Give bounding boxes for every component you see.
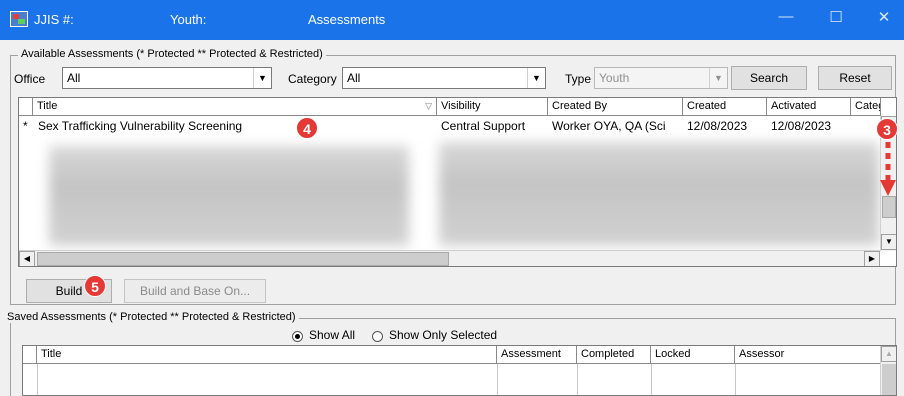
column-header-assessment[interactable]: Assessment <box>497 346 577 364</box>
annotation-badge-3: 3 <box>876 118 898 140</box>
close-button[interactable]: ✕ <box>874 8 894 26</box>
row-activated: 12/08/2023 <box>771 119 832 133</box>
row-created-by: Worker OYA, QA (Sci <box>552 119 666 133</box>
column-header-created-by[interactable]: Created By <box>548 98 683 116</box>
annotation-badge-5: 5 <box>84 275 106 297</box>
column-header-completed[interactable]: Completed <box>577 346 651 364</box>
column-divider <box>497 364 498 395</box>
title-youth: Youth: <box>170 12 207 27</box>
row-header-corner <box>19 98 33 116</box>
column-header-category[interactable]: Categ <box>851 98 881 116</box>
redacted-rows <box>439 142 879 246</box>
show-only-selected-radio[interactable] <box>372 331 383 342</box>
column-header-title[interactable]: Title ▽ <box>33 98 437 116</box>
h-scroll-thumb[interactable] <box>37 252 449 266</box>
column-divider <box>37 364 38 395</box>
title-bar: JJIS #: Youth: Assessments — ☐ ✕ <box>0 0 904 40</box>
chevron-down-icon[interactable]: ▼ <box>709 68 727 88</box>
saved-assessments-grid[interactable]: Title Assessment Completed Locked Assess… <box>22 345 897 396</box>
build-and-base-on-button[interactable]: Build and Base On... <box>124 279 266 303</box>
type-select[interactable]: Youth ▼ <box>594 67 728 89</box>
annotation-badge-4: 4 <box>296 117 318 139</box>
category-select[interactable]: All ▼ <box>342 67 546 89</box>
filter-icon[interactable]: ▽ <box>425 98 432 115</box>
category-label: Category <box>288 72 337 86</box>
vertical-scrollbar[interactable]: ▲ <box>880 346 896 395</box>
category-value: All <box>347 71 361 85</box>
type-value: Youth <box>599 71 630 85</box>
search-button[interactable]: Search <box>731 66 807 90</box>
type-label: Type <box>565 72 592 86</box>
office-label: Office <box>14 72 46 86</box>
scroll-up-icon[interactable]: ▲ <box>881 346 896 362</box>
column-header-title[interactable]: Title <box>37 346 497 364</box>
minimize-button[interactable]: — <box>776 8 796 25</box>
office-value: All <box>67 71 81 85</box>
column-header-created[interactable]: Created <box>683 98 767 116</box>
row-created: 12/08/2023 <box>687 119 748 133</box>
show-all-label: Show All <box>309 328 356 342</box>
row-title[interactable]: Sex Trafficking Vulnerability Screening <box>38 118 288 134</box>
office-select[interactable]: All ▼ <box>62 67 272 89</box>
row-visibility: Central Support <box>441 119 526 133</box>
chevron-down-icon[interactable]: ▼ <box>527 68 545 88</box>
reset-button[interactable]: Reset <box>818 66 892 90</box>
column-divider <box>577 364 578 395</box>
column-header-activated[interactable]: Activated <box>767 98 851 116</box>
available-assessments-legend: Available Assessments (* Protected ** Pr… <box>18 48 326 60</box>
show-only-selected-label: Show Only Selected <box>389 328 498 342</box>
available-assessments-grid[interactable]: Title ▽ Visibility Created By Created Ac… <box>18 97 897 267</box>
scroll-down-icon[interactable]: ▼ <box>881 234 896 250</box>
row-header-corner <box>23 346 37 364</box>
title-jjis: JJIS #: <box>34 12 74 27</box>
show-all-radio[interactable] <box>292 331 303 342</box>
horizontal-scrollbar[interactable]: ◀ ▶ <box>19 250 880 266</box>
annotation-arrow <box>880 142 896 196</box>
column-header-assessor[interactable]: Assessor <box>735 346 883 364</box>
row-marker: * <box>23 119 28 133</box>
scroll-right-icon[interactable]: ▶ <box>864 251 880 266</box>
title-assessments: Assessments <box>308 12 386 27</box>
column-header-visibility[interactable]: Visibility <box>437 98 548 116</box>
column-header-locked[interactable]: Locked <box>651 346 735 364</box>
scroll-track[interactable] <box>882 364 896 395</box>
saved-assessments-legend: Saved Assessments (* Protected ** Protec… <box>4 311 299 323</box>
column-divider <box>651 364 652 395</box>
app-icon <box>10 11 28 27</box>
scroll-left-icon[interactable]: ◀ <box>19 251 35 266</box>
column-divider <box>735 364 736 395</box>
redacted-rows <box>49 146 409 246</box>
chevron-down-icon[interactable]: ▼ <box>253 68 271 88</box>
maximize-button[interactable]: ☐ <box>826 8 846 26</box>
